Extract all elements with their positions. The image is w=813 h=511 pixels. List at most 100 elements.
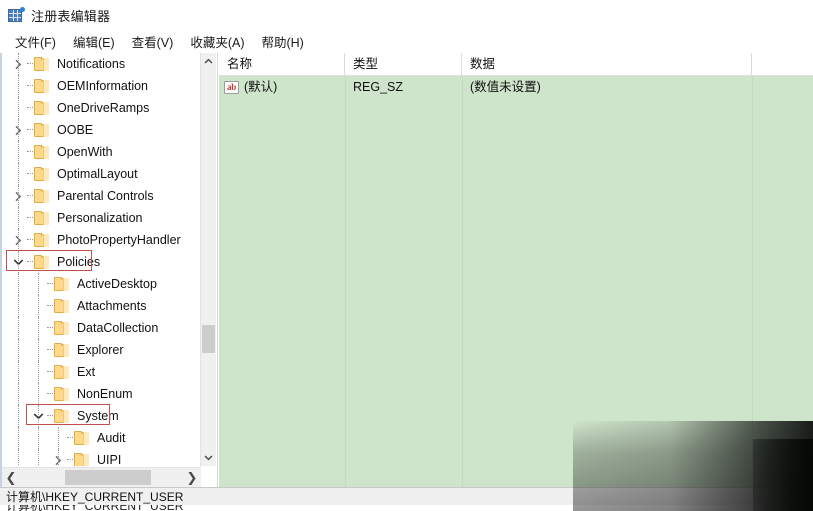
tree-node-optimallayout[interactable]: OptimalLayout xyxy=(2,163,198,185)
tree-node-explorer[interactable]: Explorer xyxy=(2,339,198,361)
scroll-right-arrow-icon[interactable]: ❯ xyxy=(183,468,201,487)
main-content: Notifications OEMInformation OneDriveRamps… xyxy=(0,53,813,487)
menu-edit[interactable]: 编辑(E) xyxy=(65,30,124,53)
tree-node-activedesktop[interactable]: ActiveDesktop xyxy=(2,273,198,295)
registry-values-pane: 名称 类型 数据 ab (默认) REG_SZ (数值未设置) xyxy=(219,53,813,487)
tree-node-parental-controls[interactable]: Parental Controls xyxy=(2,185,198,207)
tree-guide-line xyxy=(18,427,20,449)
scroll-left-arrow-icon[interactable]: ❮ xyxy=(2,468,20,487)
menu-help[interactable]: 帮助(H) xyxy=(253,30,312,53)
tree-node-label: OEMInformation xyxy=(57,79,149,93)
column-header-data[interactable]: 数据 xyxy=(462,53,752,76)
menu-view[interactable]: 查看(V) xyxy=(124,30,183,53)
folder-icon xyxy=(34,255,51,269)
tree-connector xyxy=(26,141,34,163)
tree-guide-line xyxy=(18,53,20,75)
tree-hscroll-thumb[interactable] xyxy=(65,470,151,485)
column-divider-2 xyxy=(462,76,463,487)
tree-node-label: OpenWith xyxy=(57,145,113,159)
folder-icon xyxy=(34,233,51,247)
folder-icon xyxy=(34,189,51,203)
tree-guide-line xyxy=(38,295,40,317)
tree-horizontal-scrollbar[interactable]: ❮ ❯ xyxy=(2,467,201,487)
column-header-type[interactable]: 类型 xyxy=(345,53,462,76)
scroll-down-arrow-icon[interactable] xyxy=(201,449,216,466)
tree-node-policies[interactable]: Policies xyxy=(2,251,198,273)
tree-connector xyxy=(26,229,34,251)
tree-vertical-scrollbar[interactable] xyxy=(200,53,216,466)
tree-guide-line xyxy=(18,405,20,427)
string-value-ab-icon: ab xyxy=(224,80,239,94)
cell-value-type: REG_SZ xyxy=(353,80,404,94)
tree-connector xyxy=(26,207,34,229)
tree-node-oobe[interactable]: OOBE xyxy=(2,119,198,141)
values-list[interactable]: ab (默认) REG_SZ (数值未设置) xyxy=(219,76,813,487)
scroll-up-arrow-icon[interactable] xyxy=(201,53,216,70)
tree-guide-line xyxy=(18,251,20,273)
clipped-bottom-strip: 计算机\HKEY_CURRENT_USER xyxy=(0,505,813,511)
tree-connector xyxy=(66,427,74,449)
folder-icon xyxy=(74,453,91,466)
tree-node-audit[interactable]: Audit xyxy=(2,427,198,449)
tree-node-ext[interactable]: Ext xyxy=(2,361,198,383)
tree-node-oeminformation[interactable]: OEMInformation xyxy=(2,75,198,97)
tree-connector xyxy=(46,273,54,295)
tree-guide-line xyxy=(58,449,60,466)
tree-guide-line xyxy=(18,75,20,97)
tree-node-label: PhotoPropertyHandler xyxy=(57,233,181,247)
tree-node-notifications[interactable]: Notifications xyxy=(2,53,198,75)
tree-guide-line xyxy=(18,229,20,251)
tree-connector xyxy=(46,383,54,405)
tree-node-uipi[interactable]: UIPI xyxy=(2,449,198,466)
tree-connector xyxy=(26,119,34,141)
tree-guide-line xyxy=(18,361,20,383)
cell-value-name: ab (默认) xyxy=(219,76,345,98)
tree-node-label: NonEnum xyxy=(77,387,133,401)
tree-node-label: DataCollection xyxy=(77,321,159,335)
tree-node-onedriveramps[interactable]: OneDriveRamps xyxy=(2,97,198,119)
tree-node-attachments[interactable]: Attachments xyxy=(2,295,198,317)
tree-node-label: ActiveDesktop xyxy=(77,277,157,291)
tree-connector xyxy=(66,449,74,466)
tree-node-personalization[interactable]: Personalization xyxy=(2,207,198,229)
tree-node-nonenum[interactable]: NonEnum xyxy=(2,383,198,405)
tree-guide-line xyxy=(18,295,20,317)
registry-tree[interactable]: Notifications OEMInformation OneDriveRamps… xyxy=(2,53,198,466)
folder-icon xyxy=(54,299,71,313)
status-bar: 计算机\HKEY_CURRENT_USER xyxy=(0,487,813,505)
folder-icon xyxy=(34,79,51,93)
folder-icon xyxy=(54,387,71,401)
column-divider-3 xyxy=(752,76,753,487)
tree-node-datacollection[interactable]: DataCollection xyxy=(2,317,198,339)
tree-guide-line xyxy=(38,317,40,339)
tree-node-openwith[interactable]: OpenWith xyxy=(2,141,198,163)
menu-file[interactable]: 文件(F) xyxy=(7,30,65,53)
tree-node-label: Parental Controls xyxy=(57,189,154,203)
tree-node-label: OptimalLayout xyxy=(57,167,138,181)
menu-favorites[interactable]: 收藏夹(A) xyxy=(182,30,253,53)
tree-node-label: OOBE xyxy=(57,123,94,137)
tree-connector xyxy=(46,339,54,361)
tree-node-system[interactable]: System xyxy=(2,405,198,427)
folder-icon xyxy=(34,145,51,159)
tree-scroll-thumb[interactable] xyxy=(202,325,215,353)
status-path: 计算机\HKEY_CURRENT_USER xyxy=(6,490,184,504)
tree-node-label: UIPI xyxy=(97,453,122,466)
tree-node-label: OneDriveRamps xyxy=(57,101,150,115)
tree-node-label: Personalization xyxy=(57,211,143,225)
tree-connector xyxy=(46,295,54,317)
column-header-name[interactable]: 名称 xyxy=(219,53,345,76)
registry-editor-window: 注册表编辑器 文件(F) 编辑(E) 查看(V) 收藏夹(A) 帮助(H) No… xyxy=(0,0,813,511)
folder-icon xyxy=(54,343,71,357)
tree-guide-line xyxy=(18,383,20,405)
table-row[interactable]: ab (默认) REG_SZ (数值未设置) xyxy=(219,76,813,98)
folder-icon xyxy=(34,57,51,71)
tree-guide-line xyxy=(38,361,40,383)
tree-connector xyxy=(26,75,34,97)
tree-node-label: Explorer xyxy=(77,343,124,357)
tree-guide-line xyxy=(58,427,60,449)
tree-node-photopropertyhandler[interactable]: PhotoPropertyHandler xyxy=(2,229,198,251)
folder-icon xyxy=(34,101,51,115)
value-name-text: (默认) xyxy=(244,80,278,94)
tree-guide-line xyxy=(18,185,20,207)
